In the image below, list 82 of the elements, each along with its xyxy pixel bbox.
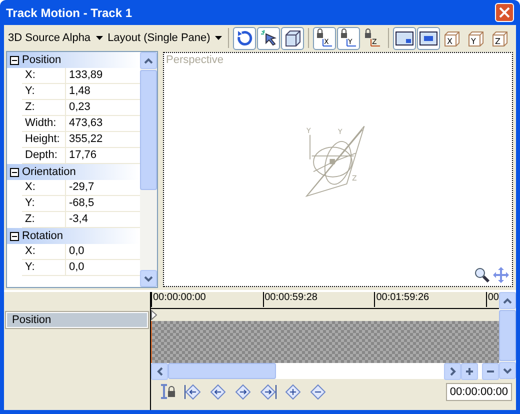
dropdown[interactable]: 3D Source Alpha [6,32,105,44]
plus-icon [466,368,473,375]
property-value[interactable]: 355,22 [66,132,103,147]
zoom-out-button[interactable] [482,363,499,380]
property-label: Z: [22,100,66,115]
dropdown[interactable]: Layout (Single Pane) [106,32,224,44]
chevron-left-icon [156,367,162,376]
next-icon [234,383,252,401]
property-value[interactable]: 473,63 [66,116,103,131]
viewport-label: Perspective [165,53,224,67]
property-value[interactable]: -29,7 [66,180,94,195]
close-button[interactable] [495,3,514,22]
add-icon [284,383,302,401]
collapse-icon[interactable] [10,168,19,176]
scrollbar-thumb[interactable] [168,363,276,379]
caret-icon [215,36,222,40]
remove-icon [309,383,327,401]
property-value[interactable]: 0,0 [66,244,84,259]
tool-button[interactable] [281,26,304,50]
property-label: Y: [22,260,66,275]
scrollbar-thumb[interactable] [499,310,516,361]
property-value[interactable]: 0,23 [66,100,90,115]
next-button[interactable] [234,383,252,401]
property-label: Y: [22,84,66,99]
scroll-left-button[interactable] [151,363,168,380]
time-ruler[interactable]: 00:00:00:00 00:00:59:28 00:01:59:26 00 [151,292,499,309]
tool-button[interactable] [417,26,440,50]
property-label: X: [22,180,66,195]
chevron-right-icon [450,367,456,376]
property-value[interactable]: -68,5 [66,196,94,211]
property-label: Z: [22,212,66,227]
property-label: X: [22,244,66,259]
first-icon [184,383,202,401]
window-title: Track Motion - Track 1 [6,6,132,20]
scroll-down-button[interactable] [140,270,157,287]
group-label: Position [22,54,62,66]
lock-cursor-icon [159,383,177,401]
scroll-up-button[interactable] [140,52,157,69]
chevron-down-icon [503,368,512,374]
group-label: Orientation [22,166,76,178]
group-label: Rotation [22,230,63,242]
ruler-label: 00:01:59:26 [374,292,430,307]
property-value[interactable]: -3,4 [66,212,88,227]
caret-icon [96,36,103,40]
property-value[interactable]: 133,89 [66,68,103,83]
add-button[interactable] [284,383,302,401]
scroll-down-button[interactable] [499,362,516,379]
property-value[interactable]: 1,48 [66,84,90,99]
last-icon [259,383,277,401]
property-value[interactable]: 17,76 [66,148,97,163]
prev-icon [209,383,227,401]
keyframe-marker-icon [151,310,157,320]
remove-button[interactable] [309,383,327,401]
track-header[interactable]: Position [6,312,148,328]
tool-button[interactable] [257,26,280,50]
chevron-down-icon [144,276,153,282]
property-label: Height: [22,132,66,147]
scroll-up-button[interactable] [499,292,516,309]
property-label: Y: [22,196,66,211]
close-icon [499,7,510,18]
time-field[interactable]: 00:00:00:00 [446,383,512,401]
last-button[interactable] [259,383,277,401]
minus-icon [487,370,494,373]
property-label: X: [22,68,66,83]
property-label: Width: [22,116,66,131]
collapse-icon[interactable] [10,56,19,64]
chevron-up-icon [144,58,153,64]
property-value[interactable]: 0,0 [66,260,84,275]
prev-button[interactable] [209,383,227,401]
scroll-right-button[interactable] [444,363,461,380]
lock-cursor-button[interactable] [159,383,177,401]
keyframe-track[interactable] [151,321,499,363]
chevron-up-icon [503,298,512,304]
tool-button[interactable] [393,26,416,50]
collapse-icon[interactable] [10,232,19,240]
ruler-label: 00:00:59:28 [262,292,318,307]
ruler-label: 00:00:00:00 [151,292,206,307]
first-button[interactable] [184,383,202,401]
zoom-in-button[interactable] [461,363,478,380]
scrollbar-thumb[interactable] [140,70,157,190]
property-label: Depth: [22,148,66,163]
zoom-icon[interactable] [474,267,490,283]
